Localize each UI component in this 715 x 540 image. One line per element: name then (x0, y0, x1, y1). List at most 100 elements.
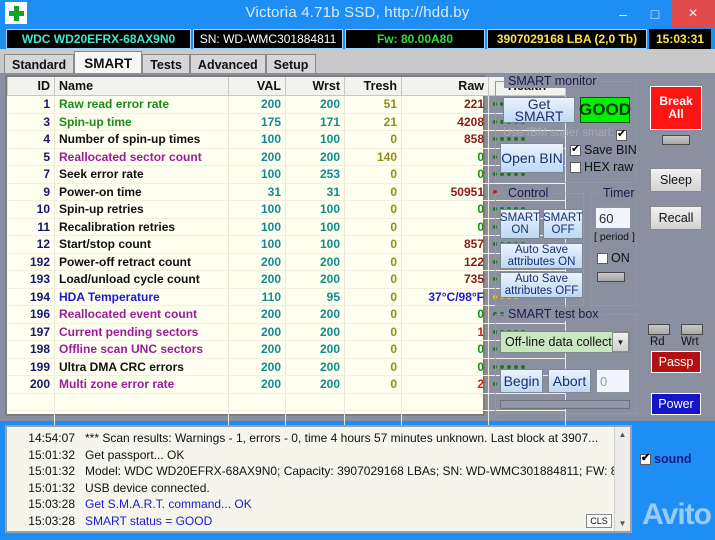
checkbox-icon (616, 130, 627, 141)
cell-tresh: 0 (345, 183, 402, 201)
smart-test-box-title: SMART test box (504, 307, 603, 321)
table-row[interactable]: 194HDA Temperature11095037°C/98°F (8, 288, 566, 306)
table-row[interactable]: 12Start/stop count1001000857 (8, 236, 566, 254)
cell-raw: 0 (402, 358, 489, 376)
smart-on-line2: ON (511, 224, 528, 236)
save-bin-checkbox[interactable]: Save BIN (570, 143, 637, 157)
table-row[interactable]: 9Power-on time3131050951 (8, 183, 566, 201)
tab-setup[interactable]: Setup (266, 54, 317, 74)
rd-led-indicator (648, 324, 670, 335)
cell-val: 200 (229, 306, 286, 324)
col-header-id[interactable]: ID (8, 77, 55, 96)
checkbox-icon (570, 145, 581, 156)
timer-period-input[interactable]: 60 (595, 207, 631, 229)
tab-smart[interactable]: SMART (74, 51, 142, 74)
cell-id: 5 (8, 148, 55, 166)
abort-button[interactable]: Abort (548, 369, 591, 393)
log-scrollbar[interactable]: ▲ ▼ (614, 427, 630, 531)
table-row[interactable]: 200Multi zone error rate20020002 (8, 376, 566, 394)
break-all-button[interactable]: Break All (650, 86, 702, 130)
table-row[interactable]: 4Number of spin-up times1001000858 (8, 131, 566, 149)
cell-empty (286, 393, 345, 411)
cell-val: 200 (229, 271, 286, 289)
col-header-wrst[interactable]: Wrst (286, 77, 345, 96)
auto-save-on-line2: attributes ON (508, 256, 576, 268)
table-row[interactable]: 3Spin-up time175171214208 (8, 113, 566, 131)
cell-id: 200 (8, 376, 55, 394)
table-row[interactable]: 196Reallocated event count20020000 (8, 306, 566, 324)
col-header-raw[interactable]: Raw (402, 77, 489, 96)
power-button[interactable]: Power (651, 393, 701, 415)
minimize-button[interactable]: – (607, 0, 639, 28)
clock: 15:03:31 (649, 29, 711, 49)
sleep-button[interactable]: Sleep (650, 168, 702, 192)
table-row[interactable]: 1Raw read error rate20020051221 (8, 96, 566, 114)
table-row[interactable]: 197Current pending sectors20020001 (8, 323, 566, 341)
timer-on-checkbox[interactable]: ON (597, 251, 630, 265)
table-row[interactable]: 198Offline scan UNC sectors20020000 (8, 341, 566, 359)
cell-tresh: 140 (345, 148, 402, 166)
log-entry-time: 14:54:07 (9, 431, 85, 445)
recall-button[interactable]: Recall (650, 206, 702, 230)
smart-on-button[interactable]: SMART ON (500, 209, 540, 239)
passport-button[interactable]: Passp (651, 351, 701, 373)
sound-label: sound (654, 452, 692, 466)
tab-advanced[interactable]: Advanced (190, 54, 266, 74)
table-row[interactable]: 199Ultra DMA CRC errors20020000 (8, 358, 566, 376)
cell-raw: 122 (402, 253, 489, 271)
checkbox-icon (570, 162, 581, 173)
table-row[interactable]: 5Reallocated sector count2002001400 (8, 148, 566, 166)
hex-raw-checkbox[interactable]: HEX raw (570, 160, 633, 174)
break-led-indicator (662, 135, 690, 145)
cell-raw: 858 (402, 131, 489, 149)
wrt-led-indicator (681, 324, 703, 335)
col-header-tresh[interactable]: Tresh (345, 77, 402, 96)
cell-wrst: 253 (286, 166, 345, 184)
cell-name: Multi zone error rate (55, 376, 229, 394)
table-row-empty (8, 393, 566, 411)
tab-tests[interactable]: Tests (142, 54, 190, 74)
scroll-up-icon[interactable]: ▲ (615, 427, 630, 442)
drive-capacity: 3907029168 LBA (2,0 Tb) (487, 29, 647, 49)
cell-tresh: 0 (345, 306, 402, 324)
get-smart-button[interactable]: Get SMART (503, 97, 575, 123)
begin-button[interactable]: Begin (500, 369, 543, 393)
col-header-val[interactable]: VAL (229, 77, 286, 96)
log-panel[interactable]: 14:54:07*** Scan results: Warnings - 1, … (5, 425, 632, 533)
cell-val: 110 (229, 288, 286, 306)
table-row[interactable]: 11Recalibration retries10010000 (8, 218, 566, 236)
test-type-select[interactable]: Off-line data collect ▼ (500, 331, 630, 353)
cell-raw: 0 (402, 218, 489, 236)
test-counter-field[interactable]: 0 (596, 369, 630, 393)
cell-val: 31 (229, 183, 286, 201)
cell-id: 198 (8, 341, 55, 359)
cell-wrst: 200 (286, 96, 345, 114)
table-row[interactable]: 7Seek error rate10025300 (8, 166, 566, 184)
log-entry-time: 15:01:32 (9, 481, 85, 495)
log-entry: 14:54:07*** Scan results: Warnings - 1, … (9, 430, 630, 447)
clear-log-button[interactable]: CLS (586, 514, 612, 528)
use-ibm-super-smart-checkbox[interactable] (616, 126, 630, 144)
log-entry: 15:01:32Get passport... OK (9, 447, 630, 464)
cell-tresh: 0 (345, 218, 402, 236)
table-row[interactable]: 193Load/unload cycle count2002000735 (8, 271, 566, 289)
sound-checkbox[interactable]: sound (640, 452, 692, 466)
table-row[interactable]: 192Power-off retract count2002000122 (8, 253, 566, 271)
maximize-button[interactable]: □ (639, 0, 671, 28)
col-header-name[interactable]: Name (55, 77, 229, 96)
smart-off-button[interactable]: SMART OFF (543, 209, 583, 239)
cell-tresh: 0 (345, 358, 402, 376)
cell-val: 200 (229, 341, 286, 359)
auto-save-on-button[interactable]: Auto Save attributes ON (500, 243, 583, 269)
cell-val: 100 (229, 236, 286, 254)
log-entry-message: Get S.M.A.R.T. command... OK (85, 497, 630, 511)
smart-monitor-title: SMART monitor (504, 74, 600, 88)
auto-save-off-button[interactable]: Auto Save attributes OFF (500, 272, 583, 298)
close-button[interactable]: × (671, 0, 715, 28)
table-row[interactable]: 10Spin-up retries10010000 (8, 201, 566, 219)
scroll-down-icon[interactable]: ▼ (615, 516, 630, 531)
tab-standard[interactable]: Standard (4, 54, 74, 74)
chevron-down-icon[interactable]: ▼ (612, 332, 629, 352)
open-bin-button[interactable]: Open BIN (500, 143, 564, 173)
break-all-line2: All (668, 108, 683, 121)
